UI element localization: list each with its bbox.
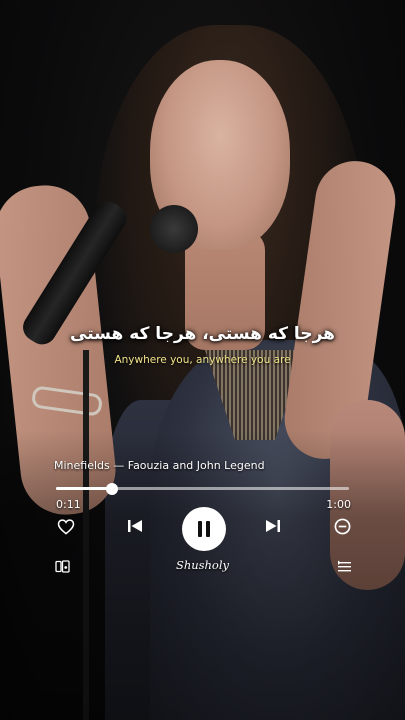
progress-bar[interactable] — [56, 482, 349, 495]
next-button[interactable] — [263, 516, 283, 536]
progress-knob[interactable] — [105, 482, 118, 495]
play-pause-button[interactable] — [182, 507, 226, 551]
heart-icon — [57, 518, 75, 535]
skip-previous-icon — [128, 520, 142, 532]
progress-fill — [56, 487, 112, 490]
like-button[interactable] — [56, 516, 76, 536]
previous-button[interactable] — [125, 516, 145, 536]
microphone-head — [150, 205, 198, 253]
lyric-translation: Anywhere you, anywhere you are — [114, 354, 291, 366]
pause-icon — [198, 521, 210, 537]
minus-circle-icon — [334, 518, 350, 534]
track-title: Minefields — Faouzia and John Legend — [54, 459, 265, 472]
bottom-shade — [0, 430, 405, 720]
total-time: 1:00 — [326, 498, 351, 511]
queue-button[interactable] — [336, 558, 352, 574]
remove-button[interactable] — [332, 516, 352, 536]
queue-icon — [337, 560, 351, 571]
elapsed-time: 0:11 — [56, 498, 81, 511]
lyric-line: هرجا که هستی، هرجا که هستی — [70, 324, 335, 344]
skip-next-icon — [266, 520, 280, 532]
